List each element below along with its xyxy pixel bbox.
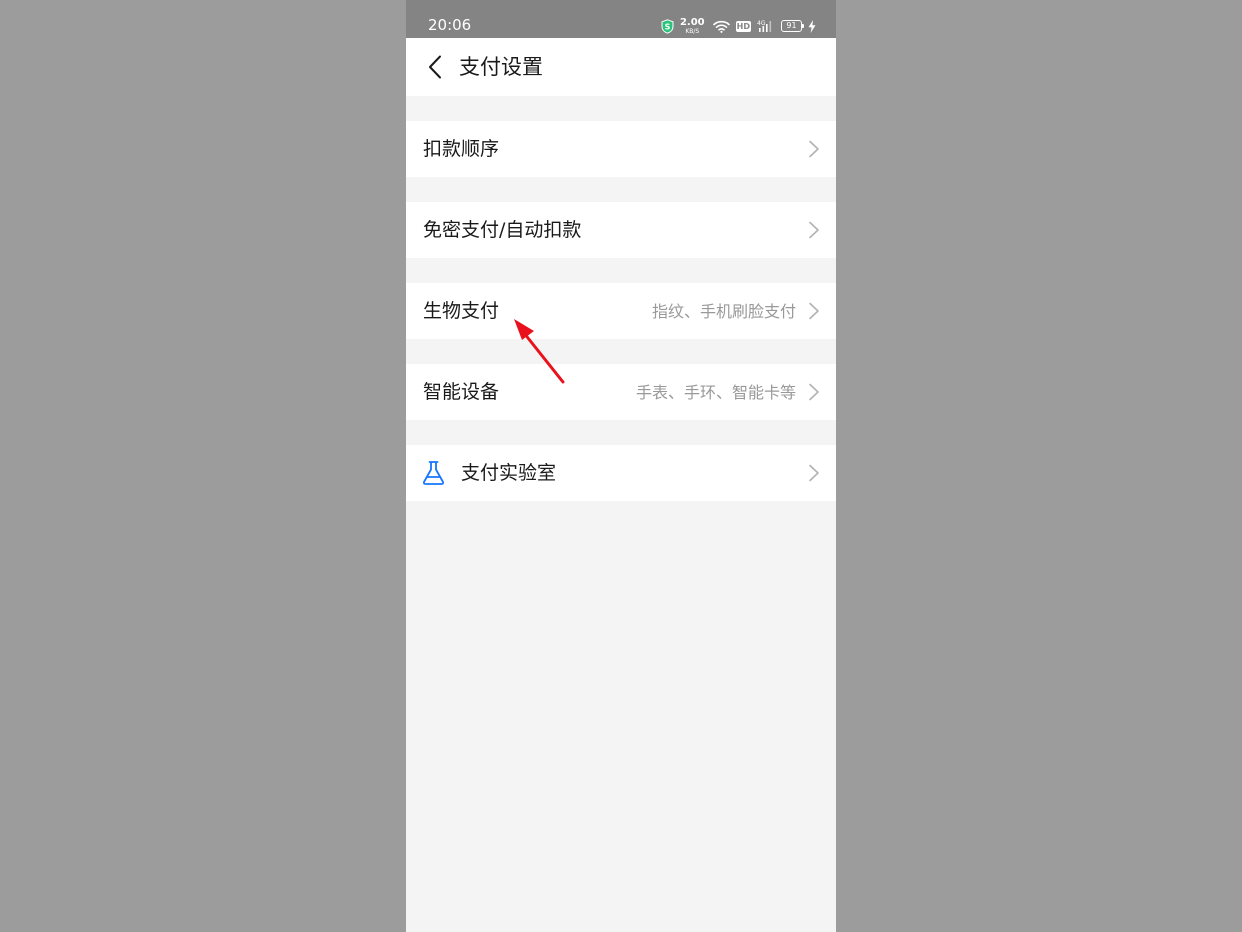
settings-item-label: 扣款顺序: [423, 138, 500, 160]
battery-icon: 91: [781, 20, 804, 32]
chevron-right-icon: [809, 383, 819, 401]
signal-icon: 4G: [757, 19, 775, 33]
svg-text:S: S: [665, 22, 671, 31]
charging-icon: [808, 19, 816, 33]
net-speed: 2.00 KB/S: [679, 16, 705, 35]
net-speed-value: 2.00: [679, 16, 705, 28]
settings-item-smart-devices[interactable]: 智能设备 手表、手环、智能卡等: [406, 364, 836, 420]
phone-screen: 20:06 S 2.00 KB/S HD 4G 91 支付设置 扣款顺序 免密支…: [406, 0, 836, 932]
chevron-right-icon: [809, 140, 819, 158]
flask-icon: [422, 461, 445, 485]
chevron-right-icon: [809, 464, 819, 482]
status-bar: 20:06 S 2.00 KB/S HD 4G 91: [406, 0, 836, 38]
page-header: 支付设置: [406, 38, 836, 96]
shield-s-icon: S: [661, 18, 674, 34]
chevron-right-icon: [809, 221, 819, 239]
settings-item-value: 手表、手环、智能卡等: [635, 383, 796, 402]
wifi-icon: [712, 20, 730, 33]
settings-item-payment-lab[interactable]: 支付实验室: [406, 445, 836, 501]
back-button[interactable]: [420, 52, 450, 82]
settings-item-deduction-order[interactable]: 扣款顺序: [406, 121, 836, 177]
chevron-left-icon: [429, 55, 441, 79]
settings-item-label: 生物支付: [423, 300, 500, 322]
network-type: 4G: [757, 20, 766, 27]
settings-item-label: 智能设备: [423, 381, 500, 403]
settings-item-value: 指纹、手机刷脸支付: [651, 302, 796, 321]
settings-item-password-free-payment[interactable]: 免密支付/自动扣款: [406, 202, 836, 258]
page-title: 支付设置: [459, 55, 543, 79]
settings-item-label: 免密支付/自动扣款: [423, 219, 582, 241]
net-speed-unit: KB/S: [685, 27, 700, 35]
settings-item-biometric-payment[interactable]: 生物支付 指纹、手机刷脸支付: [406, 283, 836, 339]
chevron-right-icon: [809, 302, 819, 320]
status-icons: S 2.00 KB/S HD 4G 91: [661, 17, 816, 35]
status-time: 20:06: [428, 16, 472, 34]
hd-icon: HD: [735, 20, 751, 32]
settings-item-label: 支付实验室: [461, 462, 557, 484]
